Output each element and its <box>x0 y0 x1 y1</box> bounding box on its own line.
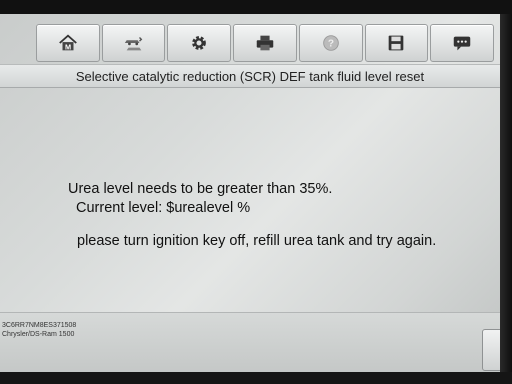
message-area: Urea level needs to be greater than 35%.… <box>0 87 500 312</box>
home-button[interactable]: M <box>36 24 100 62</box>
save-icon <box>389 35 404 51</box>
svg-text:?: ? <box>328 39 334 50</box>
vehicle-label: Chrysler/DS-Ram 1500 <box>2 331 75 338</box>
device-bezel-bottom <box>0 372 512 384</box>
page-title: Selective catalytic reduction (SCR) DEF … <box>0 64 500 88</box>
gear-icon <box>192 36 207 50</box>
instruction-text: please turn ignition key off, refill ure… <box>77 233 437 249</box>
current-level-text: Current level: $urealevel % <box>76 200 251 216</box>
chat-button[interactable] <box>430 24 495 62</box>
chat-icon <box>453 36 471 51</box>
save-button[interactable] <box>364 24 429 62</box>
printer-icon <box>256 35 274 51</box>
urea-requirement-text: Urea level needs to be greater than 35%. <box>68 181 333 197</box>
status-footer: 3C6RR7NM8ES371508 Chrysler/DS-Ram 1500 <box>0 312 500 374</box>
help-button[interactable]: ? <box>298 24 363 62</box>
help-icon: ? <box>322 35 339 51</box>
device-bezel-right <box>500 14 512 384</box>
device-bezel-top <box>0 0 512 14</box>
footer-action-button[interactable] <box>482 329 500 371</box>
toolbar: M ? <box>36 22 495 62</box>
svg-text:M: M <box>65 42 71 51</box>
vehicle-swap-icon <box>124 37 142 51</box>
print-button[interactable] <box>233 24 297 62</box>
vin-label: 3C6RR7NM8ES371508 <box>2 322 77 329</box>
diagnostic-screen: M ? Selective catalytic reduction (SCR) … <box>0 14 500 374</box>
home-icon: M <box>59 34 77 51</box>
settings-button[interactable] <box>167 24 232 62</box>
vehicle-swap-button[interactable] <box>101 24 166 62</box>
